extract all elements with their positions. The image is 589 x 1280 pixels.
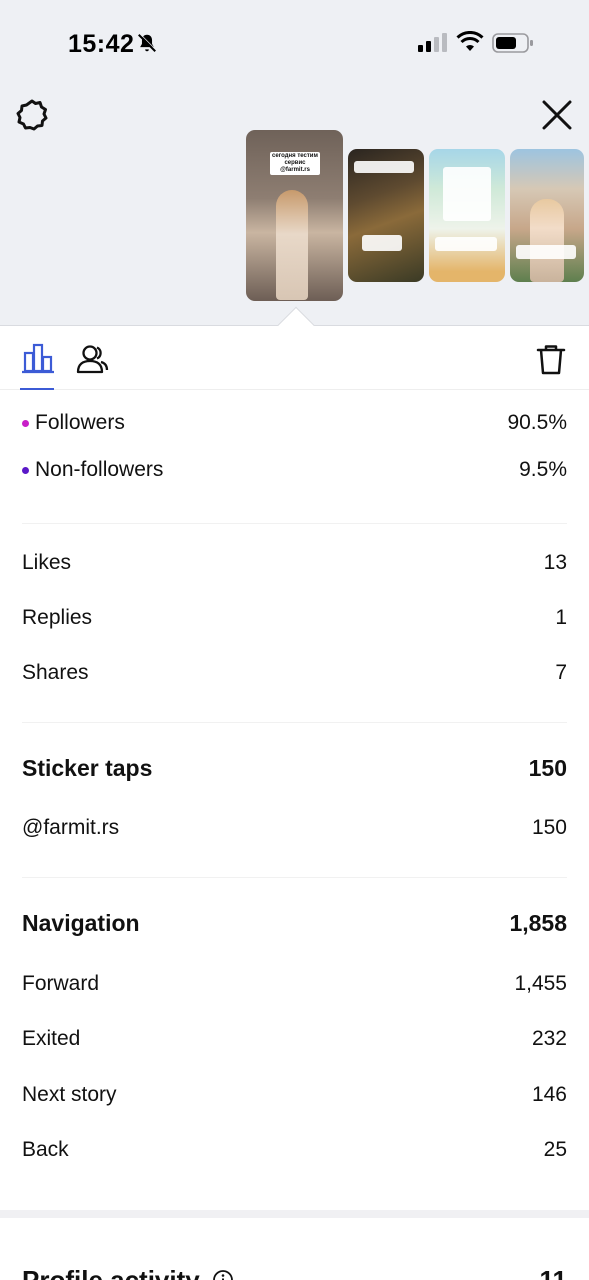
navigation-row-exited: Exited 232 — [22, 1024, 567, 1054]
story-thumbnail[interactable] — [429, 149, 505, 282]
exited-value: 232 — [531, 1027, 567, 1050]
likes-label: Likes — [22, 551, 72, 574]
navigation-header: Navigation 1,858 — [22, 908, 567, 938]
battery-icon — [492, 33, 533, 53]
story-thumbnail-card — [443, 167, 491, 221]
navigation-row-next-story: Next story 146 — [22, 1080, 567, 1110]
sticker-taps-header: Sticker taps 150 — [22, 753, 567, 783]
non-followers-label: Non-followers — [35, 458, 164, 481]
muted-bell-icon — [138, 33, 157, 52]
profile-activity-total: 11 — [539, 1264, 568, 1280]
story-thumbnail-card — [362, 235, 402, 251]
interaction-row-likes: Likes 13 — [22, 548, 567, 578]
replies-value: 1 — [555, 606, 567, 629]
forward-value: 1,455 — [514, 972, 567, 995]
story-thumbnail-card — [435, 237, 497, 251]
close-icon[interactable] — [538, 96, 576, 134]
delete-trash-icon[interactable] — [533, 341, 569, 377]
active-tab-indicator — [20, 388, 54, 390]
back-value: 25 — [543, 1138, 567, 1161]
story-person-image — [276, 190, 308, 300]
story-thumbnail[interactable] — [510, 149, 584, 282]
profile-activity-header: Profile activity 11 — [22, 1260, 567, 1280]
navigation-total: 1,858 — [509, 909, 567, 936]
story-thumbnail-caption: сегодня тестим сервис @farmit.rs — [270, 152, 320, 175]
story-thumbnail-card — [516, 245, 576, 259]
navigation-row-back: Back 25 — [22, 1135, 567, 1165]
audience-row-non-followers: Non-followers 9.5% — [22, 455, 567, 485]
followers-label: Followers — [35, 411, 125, 434]
viewers-people-icon[interactable] — [74, 341, 110, 377]
sticker-row-farmit: @farmit.rs 150 — [22, 813, 567, 843]
shares-label: Shares — [22, 661, 89, 684]
replies-label: Replies — [22, 606, 93, 629]
section-divider — [22, 523, 567, 524]
story-thumbnail[interactable] — [348, 149, 424, 282]
status-time: 15:42 — [68, 30, 135, 58]
section-divider — [22, 877, 567, 878]
followers-value: 90.5% — [507, 411, 567, 434]
sticker-taps-title: Sticker taps — [22, 754, 153, 781]
cellular-signal-icon — [418, 33, 447, 52]
next-story-label: Next story — [22, 1083, 117, 1106]
wifi-icon — [456, 31, 484, 51]
interaction-row-shares: Shares 7 — [22, 658, 567, 688]
profile-activity-title: Profile activity — [22, 1264, 200, 1280]
next-story-value: 146 — [531, 1083, 567, 1106]
section-separator-band — [0, 1210, 589, 1218]
back-label: Back — [22, 1138, 69, 1161]
insights-tab-bar — [0, 327, 589, 390]
sticker-value: 150 — [531, 816, 567, 839]
status-bar: 15:42 — [0, 0, 589, 80]
sticker-label: @farmit.rs — [22, 816, 120, 839]
followers-legend-dot — [22, 419, 29, 427]
story-thumbnail-card — [354, 161, 414, 173]
likes-value: 13 — [543, 551, 567, 574]
sticker-taps-total: 150 — [528, 754, 567, 781]
exited-label: Exited — [22, 1027, 81, 1050]
shares-value: 7 — [555, 661, 567, 684]
audience-row-followers: Followers 90.5% — [22, 408, 567, 438]
settings-gear-icon[interactable] — [14, 97, 50, 133]
info-icon[interactable] — [212, 1269, 234, 1280]
story-preview-area: 15:42 сегодня тестим сервис @farmit.rs — [0, 0, 589, 326]
insights-bar-chart-icon[interactable] — [20, 341, 56, 377]
story-thumbnail-selected[interactable]: сегодня тестим сервис @farmit.rs — [246, 130, 343, 301]
story-person-image — [530, 199, 564, 282]
navigation-row-forward: Forward 1,455 — [22, 969, 567, 999]
forward-label: Forward — [22, 972, 100, 995]
non-followers-legend-dot — [22, 466, 29, 474]
non-followers-value: 9.5% — [519, 458, 567, 481]
interaction-row-replies: Replies 1 — [22, 603, 567, 633]
section-divider — [22, 722, 567, 723]
navigation-title: Navigation — [22, 909, 140, 936]
